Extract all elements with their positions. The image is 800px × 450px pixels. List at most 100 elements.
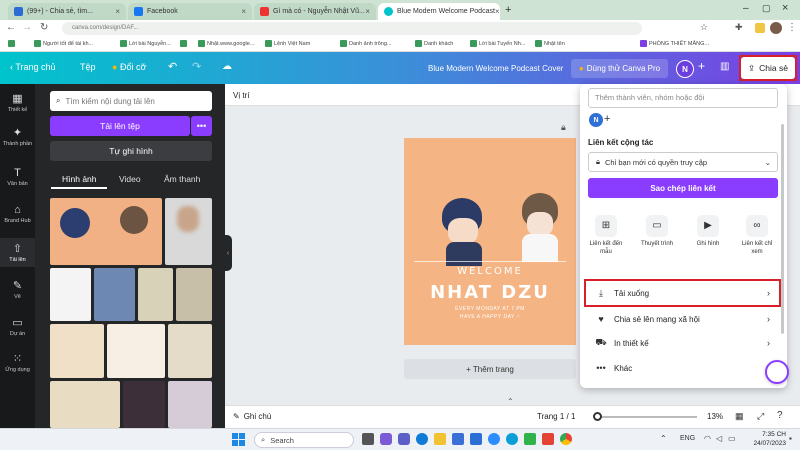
notification-icon[interactable]: ▪ — [789, 434, 792, 443]
bookmark-item[interactable]: Danh khách — [415, 40, 453, 47]
uploaded-image[interactable] — [165, 198, 212, 265]
volume-icon[interactable]: ◁ — [716, 434, 722, 443]
rail-item-uploads[interactable]: ⇧ Tải lên — [0, 238, 35, 267]
forward-icon[interactable]: → — [22, 22, 32, 33]
rail-item-draw[interactable]: ✎ Vẽ — [0, 279, 35, 300]
edge-icon[interactable] — [416, 433, 428, 445]
file-menu[interactable]: Tệp — [80, 62, 96, 72]
extensions-icon[interactable]: ✚ — [735, 22, 743, 33]
notes-button[interactable]: ✎ Ghi chú — [233, 412, 271, 421]
zoom-app-icon[interactable] — [488, 433, 500, 445]
chat-icon[interactable] — [398, 433, 410, 445]
taskbar-search[interactable]: ⌕ Search — [254, 432, 354, 448]
home-button[interactable]: ‹ Trang chủ — [10, 62, 56, 72]
maximize-icon[interactable]: ▢ — [762, 3, 771, 14]
rail-item-projects[interactable]: ▭ Dự án — [0, 316, 35, 337]
bookmark-item[interactable]: Nhật.www.google... — [198, 40, 254, 47]
menu-icon[interactable]: ⋮ — [787, 22, 797, 33]
avatar[interactable]: N — [676, 60, 694, 78]
wifi-icon[interactable]: ◠ — [704, 434, 711, 443]
resize-button[interactable]: ● Đổi cỡ — [112, 62, 146, 72]
mail-icon[interactable] — [470, 433, 482, 445]
close-icon[interactable]: × — [241, 7, 246, 16]
help-icon[interactable]: ? — [777, 410, 783, 421]
rail-item-apps[interactable]: ⁙ Ứng dụng — [0, 352, 35, 373]
store-icon[interactable] — [452, 433, 464, 445]
scrollbar[interactable] — [781, 124, 784, 334]
design-canvas[interactable]: WELCOME NHAT DZU EVERY MONDAY AT 7 PM HA… — [404, 138, 576, 345]
close-icon[interactable]: × — [115, 7, 120, 16]
app-icon[interactable] — [542, 433, 554, 445]
assistant-button[interactable] — [765, 360, 789, 384]
bookmark-item[interactable]: Người tốt để tài kh... — [34, 40, 93, 47]
task-view-icon[interactable] — [362, 433, 374, 445]
fullscreen-icon[interactable]: ⤢ — [757, 411, 764, 422]
rail-item-brand[interactable]: ⌂ Brand Hub — [0, 204, 35, 224]
position-button[interactable]: Vị trí — [233, 91, 249, 100]
invite-members-input[interactable]: Thêm thành viên, nhóm hoặc đội — [588, 88, 778, 108]
window-close-icon[interactable]: × — [782, 2, 788, 14]
add-page-button[interactable]: + Thêm trang — [404, 359, 576, 379]
url-field[interactable]: canva.com/design/DAF... — [62, 22, 642, 35]
tab-images[interactable]: Hình ảnh — [62, 174, 97, 184]
grid-view-icon[interactable]: ▦ — [735, 411, 744, 422]
template-link-option[interactable]: ⊞ Liên kết đến mẫu — [586, 215, 626, 256]
reload-icon[interactable]: ↻ — [40, 22, 48, 33]
bookmark-item[interactable] — [8, 40, 17, 47]
windows-start-icon[interactable] — [232, 433, 245, 446]
uploaded-image[interactable] — [50, 198, 162, 265]
view-only-link-option[interactable]: ∞ Liên kết chỉ xem — [737, 215, 777, 256]
try-pro-button[interactable]: ● Dùng thử Canva Pro — [571, 59, 668, 78]
rail-item-design[interactable]: ▦ Thiết kế — [0, 92, 35, 113]
sidebar-icon[interactable] — [755, 23, 765, 33]
close-icon[interactable]: × — [495, 7, 500, 16]
undo-icon[interactable]: ↶ — [168, 60, 177, 73]
profile-avatar[interactable] — [770, 22, 782, 34]
uploaded-image[interactable] — [168, 324, 212, 378]
close-icon[interactable]: × — [365, 7, 370, 16]
add-member-icon[interactable]: + — [698, 59, 705, 73]
tab-videos[interactable]: Video — [119, 174, 141, 184]
zoom-slider[interactable] — [597, 416, 697, 418]
lock-icon[interactable]: 🔒︎ — [561, 122, 566, 133]
star-icon[interactable]: ☆ — [700, 22, 708, 33]
bookmark-item[interactable]: Lời bài Tuyển Nh... — [470, 40, 525, 47]
battery-icon[interactable]: ▭ — [728, 434, 736, 443]
record-option[interactable]: ▶ Ghi hình — [688, 215, 728, 248]
file-explorer-icon[interactable] — [434, 433, 446, 445]
collapse-panel-handle[interactable]: ‹ — [224, 235, 232, 271]
print-row[interactable]: ⛟ In thiết kế › — [586, 332, 776, 354]
uploaded-image[interactable] — [107, 324, 165, 378]
zoom-slider-handle[interactable] — [593, 412, 602, 421]
upload-files-button[interactable]: Tải lên tệp — [50, 116, 190, 136]
uploaded-image[interactable] — [50, 324, 104, 378]
add-member-icon[interactable]: + — [604, 113, 610, 125]
tab-audio[interactable]: Âm thanh — [164, 174, 200, 184]
rail-item-text[interactable]: T Văn bản — [0, 167, 35, 187]
uploaded-image[interactable] — [50, 381, 120, 428]
new-tab-icon[interactable]: + — [505, 4, 511, 16]
copy-link-button[interactable]: Sao chép liên kết — [588, 178, 778, 198]
uploaded-image[interactable] — [168, 381, 212, 428]
line-icon[interactable] — [524, 433, 536, 445]
social-share-row[interactable]: ♥ Chia sẻ lên mạng xã hội › — [586, 308, 776, 330]
more-row[interactable]: •••Khác› — [586, 357, 776, 379]
clock-date[interactable]: 24/07/2023 — [740, 440, 786, 447]
minimize-icon[interactable]: – — [743, 3, 749, 14]
bookmark-item[interactable]: Lệnh Việt Nam — [265, 40, 310, 47]
present-option[interactable]: ▭ Thuyết trình — [637, 215, 677, 248]
language-indicator[interactable]: ENG — [680, 435, 695, 442]
uploaded-image[interactable] — [123, 381, 165, 428]
uploaded-image[interactable] — [138, 268, 173, 321]
search-input[interactable]: ⌕ Tìm kiếm nội dung tải lên — [50, 91, 212, 111]
zalo-icon[interactable] — [506, 433, 518, 445]
bookmark-item[interactable] — [180, 40, 189, 47]
redo-icon[interactable]: ↷ — [192, 60, 201, 73]
teams-icon[interactable] — [380, 433, 392, 445]
tray-chevron-icon[interactable]: ⌃ — [660, 434, 667, 443]
browser-tab-active[interactable]: Blue Modern Welcome Podcast × — [378, 3, 500, 20]
bookmark-item[interactable]: Danh ảnh trông... — [340, 40, 392, 47]
browser-tab[interactable]: Facebook × — [128, 3, 252, 20]
uploaded-image[interactable] — [50, 268, 91, 321]
uploaded-image[interactable] — [94, 268, 135, 321]
